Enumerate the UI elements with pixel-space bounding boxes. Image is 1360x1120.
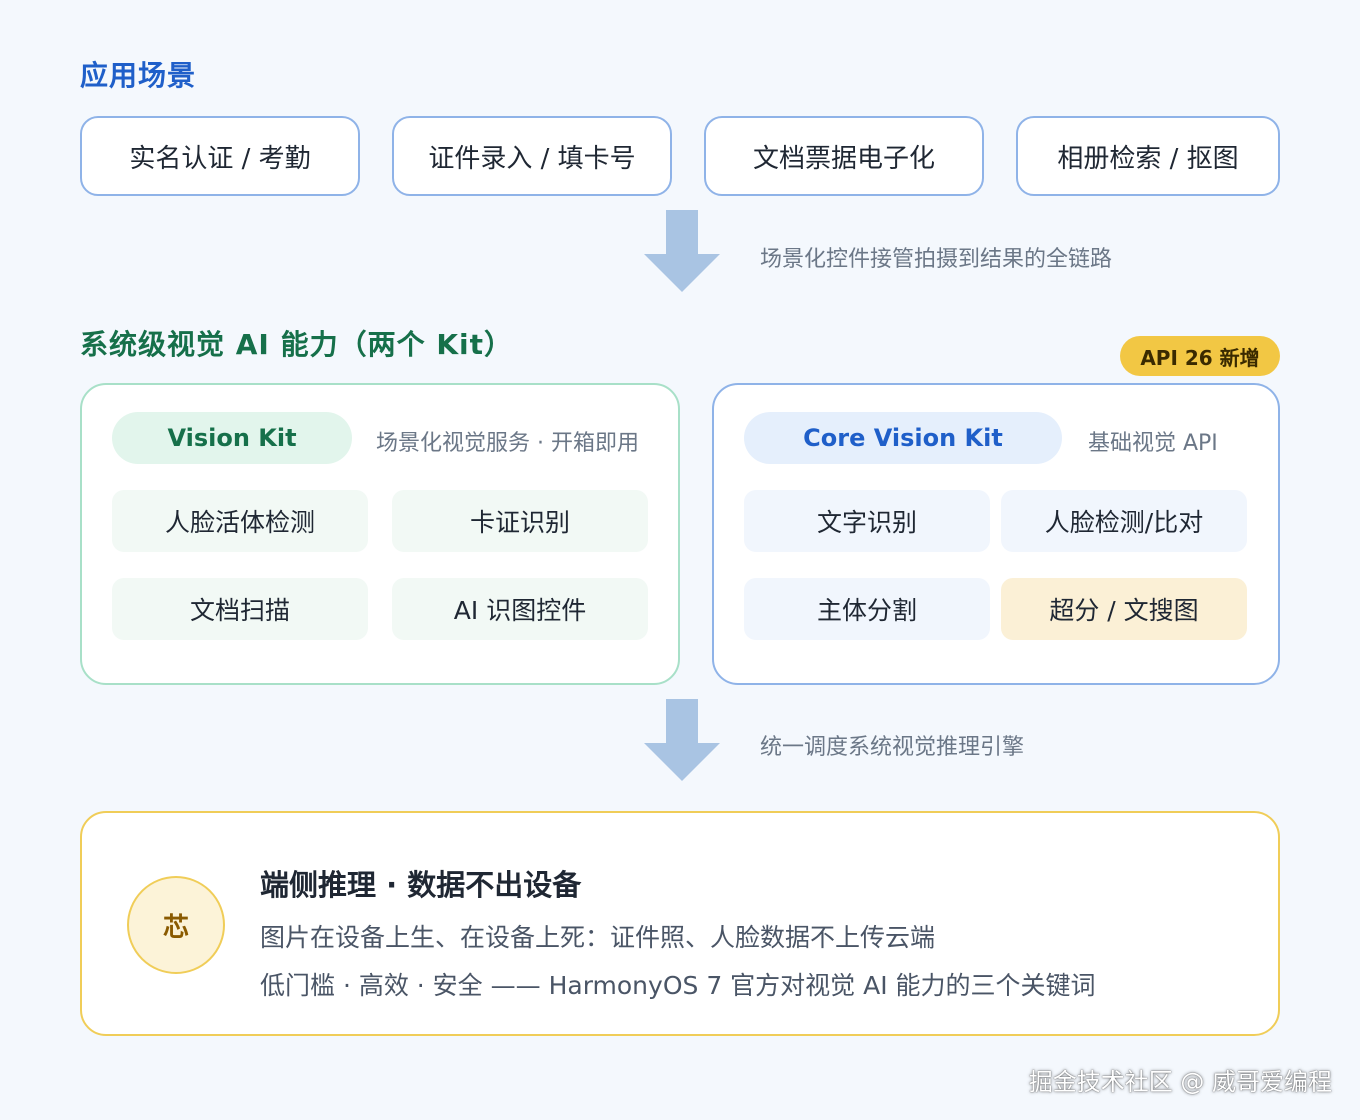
down-arrow-icon (644, 699, 720, 781)
scenario-box-album: 相册检索 / 抠图 (1016, 116, 1280, 196)
capability-document-scan: 文档扫描 (112, 578, 368, 640)
core-vision-kit-description: 基础视觉 API (1088, 431, 1218, 456)
watermark: 掘金技术社区 @ 威哥爱编程 (1028, 1068, 1332, 1096)
capability-text-recognition: 文字识别 (744, 490, 990, 552)
down-arrow-icon (644, 210, 720, 292)
capability-face-liveness: 人脸活体检测 (112, 490, 368, 552)
vision-kit-description: 场景化视觉服务 · 开箱即用 (376, 431, 639, 456)
vision-kit-label: Vision Kit (112, 412, 352, 464)
capability-super-resolution: 超分 / 文搜图 (1001, 578, 1247, 640)
flow-note-engine: 统一调度系统视觉推理引擎 (760, 735, 1025, 760)
api-version-badge: API 26 新增 (1120, 336, 1280, 376)
flow-note-scenario: 场景化控件接管拍摄到结果的全链路 (760, 247, 1113, 272)
scenario-box-document: 文档票据电子化 (704, 116, 984, 196)
engine-description-keywords: 低门槛 · 高效 · 安全 —— HarmonyOS 7 官方对视觉 AI 能力… (260, 971, 1096, 1000)
capability-subject-segmentation: 主体分割 (744, 578, 990, 640)
capability-card-recognition: 卡证识别 (392, 490, 648, 552)
capability-face-detection: 人脸检测/比对 (1001, 490, 1247, 552)
scenario-box-id-entry: 证件录入 / 填卡号 (392, 116, 672, 196)
engine-title: 端侧推理 · 数据不出设备 (260, 868, 582, 902)
engine-description-privacy: 图片在设备上生、在设备上死：证件照、人脸数据不上传云端 (260, 923, 936, 952)
capabilities-title: 系统级视觉 AI 能力（两个 Kit） (80, 328, 514, 361)
capability-ai-image-widget: AI 识图控件 (392, 578, 648, 640)
scenarios-title: 应用场景 (80, 59, 197, 92)
chip-icon: 芯 (127, 876, 225, 974)
core-vision-kit-label: Core Vision Kit (744, 412, 1062, 464)
scenario-box-attendance: 实名认证 / 考勤 (80, 116, 360, 196)
